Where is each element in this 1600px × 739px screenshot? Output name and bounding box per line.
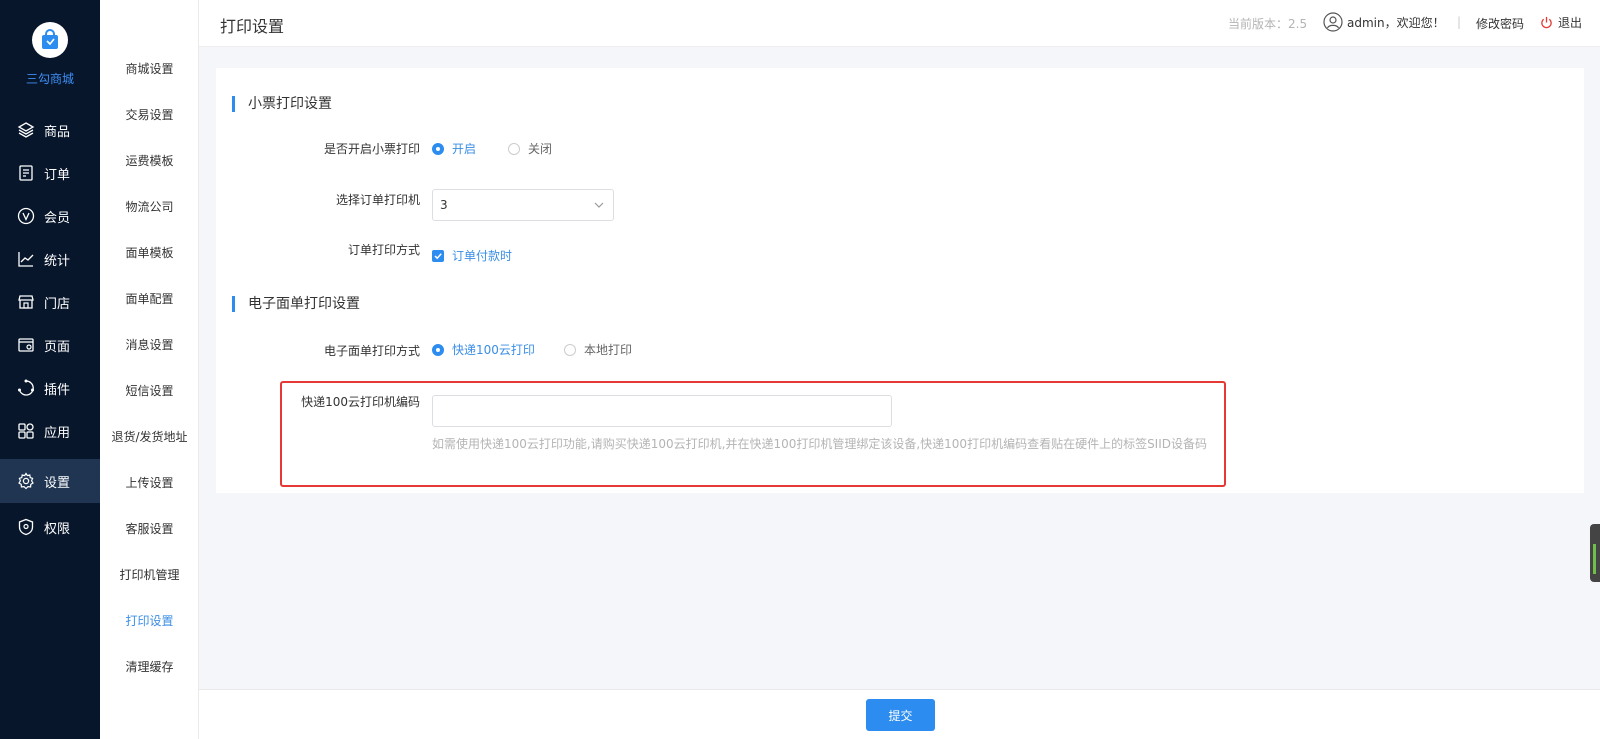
nav-item-label: 商品 <box>44 124 71 140</box>
nav-item-pages[interactable]: 页面 <box>0 323 100 367</box>
nav-item-label: 页面 <box>44 339 71 355</box>
radio-label: 本地打印 <box>584 343 633 357</box>
change-password-link[interactable]: 修改密码 <box>1476 15 1524 32</box>
apps-grid-icon <box>16 421 36 441</box>
main-sidebar: 三勾商城 商品 订单 会员 统计 门店 页面 插件 应用 设置 权限 <box>0 0 100 739</box>
top-header: 打印设置 当前版本：2.5 admin，欢迎您！ | 修改密码 退出 <box>199 0 1600 47</box>
nav-item-settings[interactable]: 设置 <box>0 459 100 503</box>
submenu-item[interactable]: 交易设置 <box>100 105 199 125</box>
member-v-icon <box>16 206 36 226</box>
section-title-waybill: 电子面单打印设置 <box>232 296 360 312</box>
nav-item-goods[interactable]: 商品 <box>0 108 100 152</box>
radio-label: 关闭 <box>528 142 553 156</box>
ticket-enable-label: 是否开启小票打印 <box>323 142 420 156</box>
ticket-enable-off-radio[interactable]: 关闭 <box>508 141 552 157</box>
user-greeting: admin，欢迎您！ <box>1347 15 1445 30</box>
submenu-item-print-settings[interactable]: 打印设置 <box>100 611 199 631</box>
shopping-bag-icon <box>42 29 58 49</box>
nav-item-label: 插件 <box>44 382 71 398</box>
submenu-item[interactable]: 物流公司 <box>100 197 199 217</box>
logout-label: 退出 <box>1558 16 1583 30</box>
gear-icon <box>16 471 36 491</box>
logo-name: 三勾商城 <box>25 72 74 86</box>
ticket-enable-on-radio[interactable]: 开启 <box>432 141 476 157</box>
submenu-item[interactable]: 上传设置 <box>100 473 199 493</box>
page-icon <box>16 335 36 355</box>
line-chart-icon <box>16 249 36 269</box>
printer-code-hint: 如需使用快递100云打印功能,请购买快递100云打印机,并在快递100打印机管理… <box>432 437 1208 451</box>
submenu-item[interactable]: 客服设置 <box>100 519 199 539</box>
order-document-icon <box>16 163 36 183</box>
radio-checked-icon <box>432 143 444 155</box>
checkbox-label: 订单付款时 <box>452 249 513 263</box>
print-settings-panel: 小票打印设置 是否开启小票打印 开启 关闭 选择订单打印机 3 订单打印方式 订… <box>216 68 1584 493</box>
waybill-local-print-radio[interactable]: 本地打印 <box>564 342 632 358</box>
nav-item-apps[interactable]: 应用 <box>0 409 100 453</box>
nav-item-label: 应用 <box>44 425 71 441</box>
printer-select[interactable]: 3 <box>432 189 614 221</box>
radio-unchecked-icon <box>508 143 520 155</box>
submenu-item[interactable]: 面单配置 <box>100 289 199 309</box>
submenu-item[interactable]: 清理缓存 <box>100 657 199 677</box>
radio-checked-icon <box>432 344 444 356</box>
page-title: 打印设置 <box>220 17 285 36</box>
logo[interactable] <box>32 22 68 58</box>
printer-select-value: 3 <box>440 198 448 212</box>
nav-item-label: 统计 <box>44 253 71 269</box>
nav-item-label: 设置 <box>44 475 71 491</box>
submenu-item[interactable]: 面单模板 <box>100 243 199 263</box>
plugin-icon <box>16 378 36 398</box>
nav-item-label: 权限 <box>44 521 71 537</box>
nav-item-label: 门店 <box>44 296 71 312</box>
submenu-item[interactable]: 消息设置 <box>100 335 199 355</box>
settings-submenu: 商城设置 交易设置 运费模板 物流公司 面单模板 面单配置 消息设置 短信设置 … <box>100 0 199 739</box>
radio-unchecked-icon <box>564 344 576 356</box>
order-paid-checkbox[interactable]: 订单付款时 <box>432 247 512 264</box>
user-avatar-icon <box>1323 12 1343 32</box>
printer-code-label: 快递100云打印机编码 <box>301 395 420 409</box>
section-title-ticket: 小票打印设置 <box>232 96 332 112</box>
nav-item-plugins[interactable]: 插件 <box>0 366 100 410</box>
nav-item-label: 会员 <box>44 210 71 226</box>
order-print-method-label: 订单打印方式 <box>347 243 420 257</box>
nav-item-members[interactable]: 会员 <box>0 194 100 238</box>
radio-label: 开启 <box>452 142 477 156</box>
submenu-item[interactable]: 运费模板 <box>100 151 199 171</box>
store-icon <box>16 292 36 312</box>
nav-item-permissions[interactable]: 权限 <box>0 505 100 549</box>
nav-item-statistics[interactable]: 统计 <box>0 237 100 281</box>
layers-icon <box>16 120 36 140</box>
submenu-item[interactable]: 退货/发货地址 <box>100 427 199 447</box>
side-widget[interactable] <box>1590 524 1600 582</box>
logout-button[interactable]: 退出 <box>1540 14 1582 31</box>
waybill-method-label: 电子面单打印方式 <box>323 344 420 358</box>
printer-select-label: 选择订单打印机 <box>335 193 420 207</box>
submenu-item[interactable]: 打印机管理 <box>100 565 199 585</box>
power-icon <box>1540 16 1553 29</box>
printer-code-input[interactable] <box>432 395 892 427</box>
submenu-item[interactable]: 短信设置 <box>100 381 199 401</box>
chevron-down-icon <box>593 199 605 214</box>
waybill-cloud-print-radio[interactable]: 快递100云打印 <box>432 342 535 358</box>
checkbox-checked-icon <box>432 249 444 262</box>
shield-icon <box>16 517 36 537</box>
nav-item-stores[interactable]: 门店 <box>0 280 100 324</box>
radio-label: 快递100云打印 <box>452 343 535 357</box>
submenu-item[interactable]: 商城设置 <box>100 59 199 79</box>
nav-item-label: 订单 <box>44 167 71 183</box>
submit-button[interactable]: 提交 <box>866 699 935 731</box>
header-separator: | <box>1457 15 1462 29</box>
user-info[interactable]: admin，欢迎您！ <box>1323 12 1445 32</box>
nav-item-orders[interactable]: 订单 <box>0 151 100 195</box>
version-text: 当前版本：2.5 <box>1228 17 1308 31</box>
